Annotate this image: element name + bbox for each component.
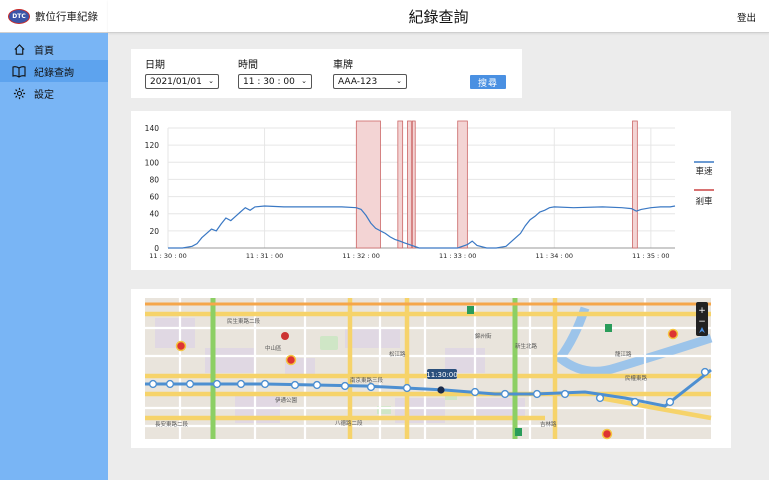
y-tick-label: 40 <box>149 210 159 219</box>
gear-icon <box>12 86 26 100</box>
legend-label-speed: 車速 <box>695 166 713 177</box>
time-value: 11 : 30 : 00 <box>243 76 295 87</box>
top-header: 紀錄查詢 登出 <box>108 0 769 33</box>
svg-text:南京東路三段: 南京東路三段 <box>350 376 384 384</box>
time-select[interactable]: 11 : 30 : 00 ⌄ <box>238 74 312 89</box>
sidebar-item-home[interactable]: 首頁 <box>0 38 108 60</box>
svg-text:民生東路二段: 民生東路二段 <box>227 317 261 325</box>
y-tick-label: 120 <box>145 141 160 150</box>
time-label: 時間 <box>238 60 258 71</box>
legend-label-brake: 剎車 <box>695 196 713 207</box>
y-tick-label: 80 <box>149 175 159 184</box>
y-tick-label: 20 <box>149 227 159 236</box>
svg-text:松江路: 松江路 <box>389 350 406 358</box>
brake-interval <box>632 120 638 249</box>
svg-text:民權東路: 民權東路 <box>625 374 648 382</box>
speed-chart: 02040608010012014011 : 30 : 00 11 : 31 : … <box>145 120 714 260</box>
book-icon <box>12 64 26 78</box>
sidebar-item-label: 設定 <box>34 89 54 101</box>
date-value: 2021/01/01 <box>150 76 202 87</box>
x-tick-label: 11 : 33 : 00 <box>439 252 476 260</box>
brake-interval <box>411 120 416 249</box>
x-tick-label: 11 : 32 : 00 <box>342 252 379 260</box>
chevron-down-icon: ⌄ <box>208 77 214 85</box>
vehicle-marker[interactable] <box>437 386 445 394</box>
x-tick-label: 11 : 31 : 00 <box>246 252 283 260</box>
x-tick-label: 11 : 35 : 00 <box>632 252 669 260</box>
brake-interval <box>407 120 412 249</box>
map-panel: 11:30:00 + − 民生東路二段 中山區 長安東路二段 八德路二段 松江路… <box>131 289 731 448</box>
sidebar-nav: 首頁 紀錄查詢 設定 <box>0 38 108 104</box>
sidebar-item-label: 首頁 <box>34 45 54 57</box>
brand-name: 數位行車紀錄 <box>35 10 98 23</box>
plate-select[interactable]: AAA-123 ⌄ <box>333 74 407 89</box>
chevron-down-icon: ⌄ <box>396 77 402 85</box>
plate-label: 車牌 <box>333 60 353 71</box>
page-title: 紀錄查詢 <box>408 8 469 26</box>
y-tick-label: 140 <box>145 124 160 133</box>
brand: DTC 數位行車紀錄 <box>0 0 108 33</box>
svg-text:八德路二段: 八德路二段 <box>335 419 363 427</box>
svg-text:長安東路二段: 長安東路二段 <box>155 420 189 428</box>
x-tick-label: 11 : 34 : 00 <box>536 252 573 260</box>
brake-interval <box>457 120 468 249</box>
sidebar-item-records[interactable]: 紀錄查詢 <box>0 60 108 82</box>
svg-text:吉林路: 吉林路 <box>540 420 557 428</box>
chevron-down-icon: ⌄ <box>301 77 307 85</box>
svg-text:新生北路: 新生北路 <box>515 342 538 350</box>
brake-interval <box>397 120 404 249</box>
speed-chart-panel: 0 20 40 60 80 100 120 140 11 : 30 : 00 11 : 31 : … <box>131 111 731 270</box>
brand-logo: DTC <box>8 8 30 24</box>
svg-text:錦州街: 錦州街 <box>475 332 492 340</box>
home-icon <box>12 42 26 56</box>
route-map[interactable]: 11:30:00 + − 民生東路二段 中山區 長安東路二段 八德路二段 松江路… <box>131 289 731 448</box>
sidebar: DTC 數位行車紀錄 首頁 紀錄查詢 設定 <box>0 0 108 480</box>
x-tick-label: 11 : 30 : 00 <box>149 252 186 260</box>
plate-value: AAA-123 <box>338 76 378 87</box>
zoom-out-button[interactable]: − <box>698 317 706 327</box>
y-tick-label: 100 <box>145 158 160 167</box>
sidebar-item-label: 紀錄查詢 <box>34 67 74 79</box>
search-button[interactable]: 搜尋 <box>470 75 506 89</box>
filter-panel: 日期 2021/01/01 ⌄ 時間 11 : 30 : 00 ⌄ 車牌 AAA… <box>131 49 522 98</box>
logout-button[interactable]: 登出 <box>737 10 756 24</box>
svg-text:伊通公園: 伊通公園 <box>275 396 298 404</box>
time-tooltip-text: 11:30:00 <box>426 371 457 379</box>
zoom-in-button[interactable]: + <box>698 306 706 316</box>
sidebar-item-settings[interactable]: 設定 <box>0 82 108 104</box>
svg-text:龍江路: 龍江路 <box>615 350 632 358</box>
speed-series-line <box>168 205 676 249</box>
date-select[interactable]: 2021/01/01 ⌄ <box>145 74 219 89</box>
svg-text:中山區: 中山區 <box>265 344 282 352</box>
date-label: 日期 <box>145 60 165 71</box>
y-tick-label: 60 <box>149 193 159 202</box>
